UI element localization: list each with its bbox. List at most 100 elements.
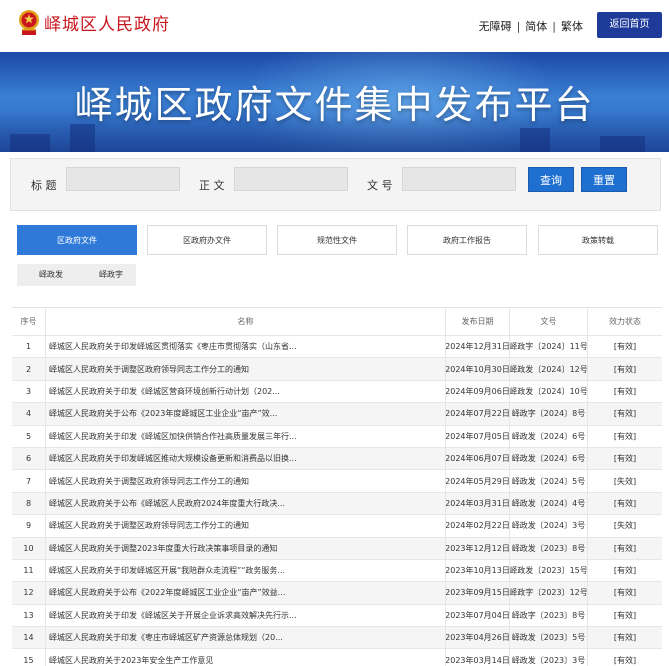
- validity-status: [有效]: [587, 447, 662, 470]
- publish-date: 2024年07月05日: [445, 425, 509, 447]
- publish-date: 2023年07月04日: [445, 604, 509, 627]
- traditional-link[interactable]: 繁体: [561, 20, 583, 33]
- document-title-link[interactable]: 峄城区人民政府关于印发《峄城区营商环境创新行动计划（202...: [45, 380, 445, 403]
- document-number: 峄政发〔2024〕10号: [509, 380, 587, 403]
- banner: 峄城区政府文件集中发布平台: [0, 52, 669, 152]
- body-input[interactable]: [234, 167, 348, 191]
- row-index: 14: [23, 633, 34, 643]
- document-title-link[interactable]: 峄城区人民政府关于公布《2022年度峄城区工业企业“亩产”效益...: [45, 582, 445, 604]
- table-row[interactable]: 14 峄城区人民政府关于印发《枣庄市峄城区矿产资源总体规划（20... 2023年0…: [12, 627, 662, 650]
- document-title-link[interactable]: 峄城区人民政府关于调整区政府领导同志工作分工的通知: [45, 358, 445, 380]
- table-row[interactable]: 13 峄城区人民政府关于印发《峄城区关于开展企业诉求高效解决先行示... 2023年…: [12, 604, 662, 628]
- title-input[interactable]: [66, 167, 180, 191]
- header-status: 效力状态: [587, 308, 662, 335]
- header-date: 发布日期: [445, 308, 509, 335]
- document-title-link[interactable]: 峄城区人民政府关于调整区政府领导同志工作分工的通知: [45, 470, 445, 492]
- document-number: 峄政字〔2024〕11号: [509, 336, 587, 358]
- validity-status: [有效]: [587, 604, 662, 627]
- table-row[interactable]: 8 峄城区人民政府关于公布《峄城区人民政府2024年度重大行政决... 2024年0…: [12, 492, 662, 516]
- document-title-link[interactable]: 峄城区人民政府关于印发峄城区开展“我陪群众走流程”“政务服务...: [45, 559, 445, 582]
- tab-policy-reprint[interactable]: 政策转载: [538, 225, 658, 255]
- table-row[interactable]: 3 峄城区人民政府关于印发《峄城区营商环境创新行动计划（202... 2024年09…: [12, 380, 662, 404]
- document-number: 峄政发〔2023〕3号: [509, 649, 587, 666]
- row-index: 9: [25, 521, 32, 531]
- title-label: 标 题: [31, 179, 57, 192]
- document-title-link[interactable]: 峄城区人民政府关于公布《峄城区人民政府2024年度重大行政决...: [45, 492, 445, 515]
- table-row[interactable]: 4 峄城区人民政府关于公布《2023年度峄城区工业企业“亩产”效... 2024年0…: [12, 403, 662, 426]
- publish-date: 2024年03月31日: [445, 492, 509, 515]
- docno-input[interactable]: [402, 167, 516, 191]
- publish-date: 2024年02月22日: [445, 515, 509, 537]
- document-title-link[interactable]: 峄城区人民政府关于印发《枣庄市峄城区矿产资源总体规划（20...: [45, 627, 445, 649]
- table-row[interactable]: 11 峄城区人民政府关于印发峄城区开展“我陪群众走流程”“政务服务... 2023年…: [12, 559, 662, 583]
- header-index: 序号: [20, 317, 37, 326]
- accessibility-link[interactable]: 无障碍: [479, 20, 512, 33]
- national-emblem-icon: [19, 10, 39, 35]
- publish-date: 2023年09月15日: [445, 582, 509, 604]
- table-row[interactable]: 1 峄城区人民政府关于印发峄城区贯彻落实《枣庄市贯彻落实（山东省... 2024年1…: [12, 336, 662, 359]
- search-panel: 标 题 正 文 文 号 查询 重置: [10, 158, 661, 211]
- validity-status: [有效]: [587, 336, 662, 358]
- body-label: 正 文: [199, 179, 225, 192]
- validity-status: [有效]: [587, 559, 662, 582]
- header-name: 名称: [45, 308, 445, 335]
- validity-status: [有效]: [587, 649, 662, 666]
- reset-button[interactable]: 重置: [581, 167, 627, 192]
- table-row[interactable]: 15 峄城区人民政府关于2023年安全生产工作意见 2023年03月14日 峄政发〔2…: [12, 649, 662, 666]
- simplified-link[interactable]: 简体: [525, 20, 547, 33]
- row-index: 3: [25, 386, 32, 396]
- table-header-row: 序号 名称 发布日期 文号 效力状态: [12, 308, 662, 336]
- publish-date: 2023年12月12日: [445, 537, 509, 559]
- document-title-link[interactable]: 峄城区人民政府关于调整2023年度重大行政决策事项目录的通知: [45, 537, 445, 559]
- validity-status: [失效]: [587, 515, 662, 537]
- document-title-link[interactable]: 峄城区人民政府关于印发峄城区贯彻落实《枣庄市贯彻落实（山东省...: [45, 336, 445, 358]
- table-row[interactable]: 7 峄城区人民政府关于调整区政府领导同志工作分工的通知 2024年05月29日 峄政发…: [12, 470, 662, 493]
- validity-status: [有效]: [587, 358, 662, 380]
- tab-normative-docs[interactable]: 规范性文件: [277, 225, 397, 255]
- table-row[interactable]: 9 峄城区人民政府关于调整区政府领导同志工作分工的通知 2024年02月22日 峄政发…: [12, 515, 662, 538]
- document-title-link[interactable]: 峄城区人民政府关于印发《峄城区关于开展企业诉求高效解决先行示...: [45, 604, 445, 627]
- document-title-link[interactable]: 峄城区人民政府关于调整区政府领导同志工作分工的通知: [45, 515, 445, 537]
- table-row[interactable]: 10 峄城区人民政府关于调整2023年度重大行政决策事项目录的通知 2023年12月…: [12, 537, 662, 560]
- document-number: 峄政发〔2023〕5号: [509, 627, 587, 649]
- document-number: 峄政发〔2024〕3号: [509, 515, 587, 537]
- query-button[interactable]: 查询: [528, 167, 574, 192]
- document-number: 峄政字〔2024〕8号: [509, 403, 587, 425]
- table-row[interactable]: 2 峄城区人民政府关于调整区政府领导同志工作分工的通知 2024年10月30日 峄政发…: [12, 358, 662, 381]
- row-index: 12: [23, 588, 34, 598]
- tab-district-gov-docs[interactable]: 区政府文件: [17, 225, 137, 255]
- document-title-link[interactable]: 峄城区人民政府关于公布《2023年度峄城区工业企业“亩产”效...: [45, 403, 445, 425]
- validity-status: [有效]: [587, 582, 662, 604]
- tab-work-report[interactable]: 政府工作报告: [407, 225, 527, 255]
- publish-date: 2023年03月14日: [445, 649, 509, 666]
- row-index: 10: [23, 543, 34, 553]
- document-number: 峄政发〔2024〕6号: [509, 447, 587, 470]
- document-number: 峄政发〔2024〕6号: [509, 425, 587, 447]
- document-title-link[interactable]: 峄城区人民政府关于印发《峄城区加快供销合作社高质量发展三年行...: [45, 425, 445, 447]
- table-row[interactable]: 12 峄城区人民政府关于公布《2022年度峄城区工业企业“亩产”效益... 2023…: [12, 582, 662, 605]
- document-title-link[interactable]: 峄城区人民政府关于2023年安全生产工作意见: [45, 649, 445, 666]
- row-index: 2: [25, 364, 32, 374]
- site-name[interactable]: 峄城区人民政府: [44, 10, 170, 35]
- document-number: 峄政发〔2024〕12号: [509, 358, 587, 380]
- header-docno: 文号: [509, 308, 587, 335]
- table-row[interactable]: 6 峄城区人民政府关于印发峄城区推动大规模设备更新和消费品以旧换... 2024年0…: [12, 447, 662, 471]
- top-header: 峄城区人民政府 无障碍 | 简体 | 繁体 返回首页: [0, 0, 669, 50]
- row-index: 1: [25, 342, 32, 352]
- subtab-yizhengzi[interactable]: 峄政字: [99, 269, 123, 280]
- document-number: 峄政字〔2023〕8号: [509, 604, 587, 627]
- documents-table: 序号 名称 发布日期 文号 效力状态 1 峄城区人民政府关于印发峄城区贯彻落实《枣…: [12, 307, 662, 666]
- publish-date: 2024年05月29日: [445, 470, 509, 492]
- row-index: 5: [25, 431, 32, 441]
- tab-gov-office-docs[interactable]: 区政府办文件: [147, 225, 267, 255]
- row-index: 15: [23, 655, 34, 665]
- validity-status: [有效]: [587, 403, 662, 425]
- validity-status: [有效]: [587, 627, 662, 649]
- banner-title: 峄城区政府文件集中发布平台: [74, 83, 595, 127]
- subtab-yizhengfa[interactable]: 峄政发: [39, 269, 63, 280]
- table-row[interactable]: 5 峄城区人民政府关于印发《峄城区加快供销合作社高质量发展三年行... 2024年0…: [12, 425, 662, 448]
- validity-status: [失效]: [587, 470, 662, 492]
- document-title-link[interactable]: 峄城区人民政府关于印发峄城区推动大规模设备更新和消费品以旧换...: [45, 447, 445, 470]
- validity-status: [有效]: [587, 380, 662, 403]
- home-button[interactable]: 返回首页: [597, 12, 662, 38]
